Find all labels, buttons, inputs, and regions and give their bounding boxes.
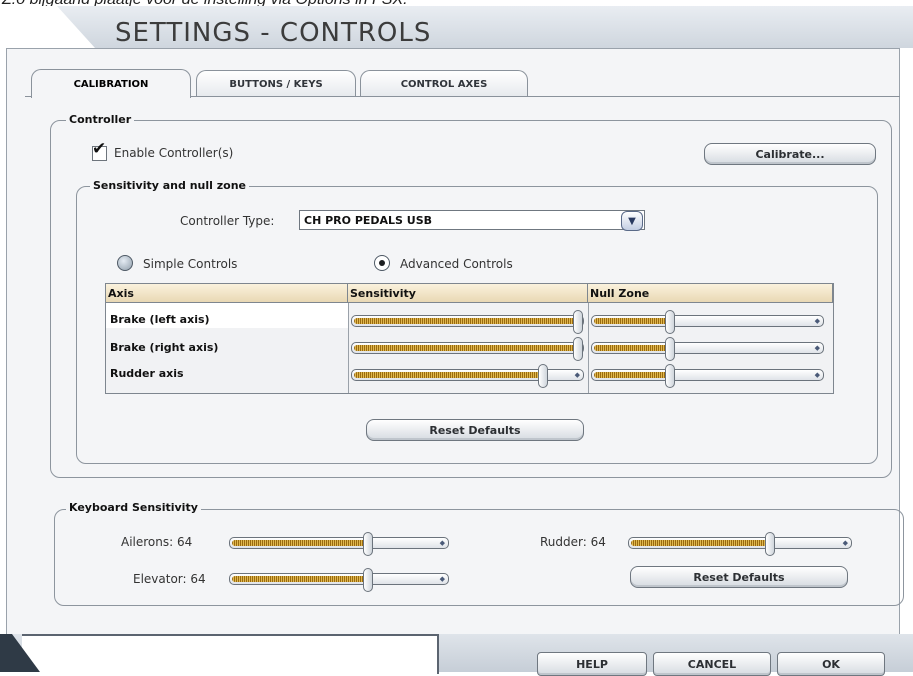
window-title: SETTINGS - CONTROLS (115, 18, 432, 48)
enable-controller-checkbox[interactable]: ✔ (92, 141, 107, 161)
tab-control-axes[interactable]: CONTROL AXES (360, 70, 528, 97)
reset-defaults-keyboard-button[interactable]: Reset Defaults (630, 566, 848, 588)
advanced-controls-label: Advanced Controls (400, 257, 513, 271)
advanced-controls-radio[interactable] (374, 255, 390, 271)
slider-end-icon: ◆ (842, 539, 848, 547)
elevator-label: Elevator: 64 (133, 572, 206, 586)
checkmark-icon: ✔ (92, 139, 107, 159)
slider-end-icon: ◆ (814, 344, 820, 352)
column-header-axis[interactable]: Axis (106, 284, 348, 303)
rudder-sensitivity-slider[interactable]: ◆ (351, 364, 584, 388)
rudder-label: Rudder: 64 (540, 535, 606, 549)
enable-controller-label: Enable Controller(s) (114, 146, 234, 160)
slider-thumb[interactable] (537, 364, 548, 388)
slider-thumb[interactable] (664, 364, 675, 388)
ok-button[interactable]: OK (777, 652, 885, 676)
reset-defaults-sensitivity-button[interactable]: Reset Defaults (366, 419, 584, 441)
title-bar-decoration (0, 6, 95, 48)
slider-thumb[interactable] (573, 337, 583, 361)
rudder-null-zone-slider[interactable]: ◆ (591, 364, 824, 388)
table-row-axis-name: Brake (left axis) (110, 313, 210, 326)
slider-thumb[interactable] (664, 310, 675, 334)
elevator-slider[interactable]: ◆ (229, 568, 449, 592)
ailerons-slider[interactable]: ◆ (229, 532, 449, 556)
rudder-slider[interactable]: ◆ (628, 532, 852, 556)
slider-end-icon: ◆ (814, 317, 820, 325)
tab-buttons-keys[interactable]: BUTTONS / KEYS (196, 70, 356, 97)
slider-thumb[interactable] (664, 337, 675, 361)
controller-group-title: Controller (66, 113, 135, 126)
slider-end-icon: ◆ (439, 575, 445, 583)
brake-left-null-zone-slider[interactable]: ◆ (591, 310, 824, 334)
keyboard-sensitivity-group (54, 509, 904, 606)
help-button[interactable]: HELP (537, 652, 647, 676)
simple-controls-label: Simple Controls (143, 257, 238, 271)
slider-end-icon: ◆ (814, 371, 820, 379)
title-bar: SETTINGS - CONTROLS (0, 6, 913, 48)
slider-thumb[interactable] (363, 568, 374, 592)
column-divider (588, 303, 589, 393)
sensitivity-group-title: Sensitivity and null zone (90, 179, 250, 192)
brake-right-sensitivity-slider[interactable] (351, 337, 584, 361)
slider-thumb[interactable] (573, 310, 583, 334)
controller-type-select[interactable]: CH PRO PEDALS USB ▼ (299, 210, 645, 231)
chevron-down-icon[interactable]: ▼ (621, 211, 643, 231)
ailerons-label: Ailerons: 64 (121, 535, 193, 549)
controller-type-label: Controller Type: (180, 214, 275, 228)
brake-right-null-zone-slider[interactable]: ◆ (591, 337, 824, 361)
slider-end-icon: ◆ (439, 539, 445, 547)
slider-thumb[interactable] (764, 532, 775, 556)
controller-type-value: CH PRO PEDALS USB (304, 213, 433, 227)
table-row-axis-name: Rudder axis (110, 367, 184, 380)
column-divider (348, 303, 349, 393)
calibrate-button[interactable]: Calibrate... (704, 143, 876, 165)
simple-controls-radio[interactable] (117, 255, 133, 271)
footer-left-panel (22, 634, 439, 674)
cancel-button[interactable]: CANCEL (653, 652, 771, 676)
brake-left-sensitivity-slider[interactable] (351, 310, 584, 334)
slider-thumb[interactable] (363, 532, 374, 556)
keyboard-sensitivity-title: Keyboard Sensitivity (66, 501, 201, 514)
column-header-sensitivity[interactable]: Sensitivity (348, 284, 588, 303)
tab-calibration[interactable]: CALIBRATION (31, 69, 191, 98)
column-header-null-zone[interactable]: Null Zone (588, 284, 833, 303)
slider-end-icon: ◆ (574, 371, 580, 379)
table-row-axis-name: Brake (right axis) (110, 341, 219, 354)
